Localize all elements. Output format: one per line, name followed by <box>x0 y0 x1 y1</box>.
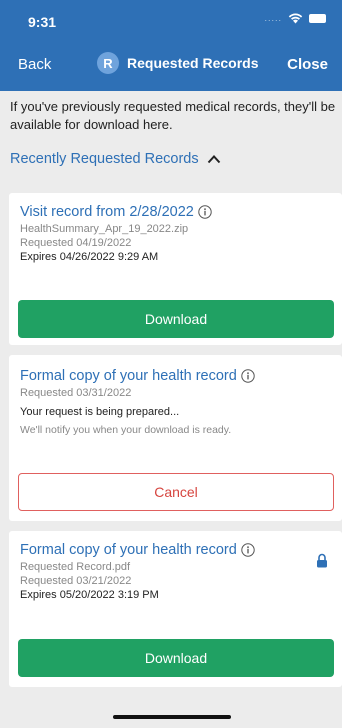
cancel-button[interactable]: Cancel <box>18 473 334 511</box>
section-toggle[interactable]: Recently Requested Records <box>10 151 221 167</box>
avatar: R <box>97 52 119 74</box>
info-icon[interactable] <box>241 543 255 557</box>
status-time: 9:31 <box>28 14 57 30</box>
back-button[interactable]: Back <box>18 56 51 73</box>
record-filename: HealthSummary_Apr_19_2022.zip <box>20 223 189 235</box>
chevron-up-icon <box>207 155 220 164</box>
record-card: Formal copy of your health record Reques… <box>9 355 342 521</box>
nav-title-group: R Requested Records <box>97 52 258 74</box>
intro-text: If you've previously requested medical r… <box>10 99 336 132</box>
info-icon[interactable] <box>198 205 212 219</box>
card-title-row: Formal copy of your health record <box>20 542 255 558</box>
record-expiry: Expires 05/20/2022 3:19 PM <box>20 589 159 601</box>
record-requested-date: Requested 03/21/2022 <box>20 575 132 587</box>
download-button[interactable]: Download <box>18 300 334 338</box>
request-note: We'll notify you when your download is r… <box>20 424 232 436</box>
info-icon[interactable] <box>241 369 255 383</box>
home-indicator <box>113 715 231 719</box>
signal-indicator: ..... <box>264 13 282 23</box>
record-requested-date: Requested 03/31/2022 <box>20 387 132 399</box>
record-filename: Requested Record.pdf <box>20 561 131 573</box>
app-header: 9:31 ..... Back R Requested Records Clos… <box>0 0 342 91</box>
lock-icon <box>317 553 327 568</box>
status-icons: ..... <box>264 12 326 24</box>
download-button[interactable]: Download <box>18 639 334 677</box>
card-title[interactable]: Visit record from 2/28/2022 <box>20 204 194 220</box>
section-title: Recently Requested Records <box>10 151 199 167</box>
page-title: Requested Records <box>127 55 259 71</box>
wifi-icon <box>288 13 303 24</box>
record-expiry: Expires 04/26/2022 9:29 AM <box>20 251 159 263</box>
close-button[interactable]: Close <box>287 56 328 73</box>
card-title[interactable]: Formal copy of your health record <box>20 368 237 384</box>
card-title[interactable]: Formal copy of your health record <box>20 542 237 558</box>
battery-icon <box>309 13 326 23</box>
card-title-row: Visit record from 2/28/2022 <box>20 204 212 220</box>
record-card: Formal copy of your health record Reques… <box>9 531 342 687</box>
record-card: Visit record from 2/28/2022 HealthSummar… <box>9 193 342 345</box>
card-title-row: Formal copy of your health record <box>20 368 255 384</box>
record-requested-date: Requested 04/19/2022 <box>20 237 132 249</box>
request-status: Your request is being prepared... <box>20 406 180 418</box>
